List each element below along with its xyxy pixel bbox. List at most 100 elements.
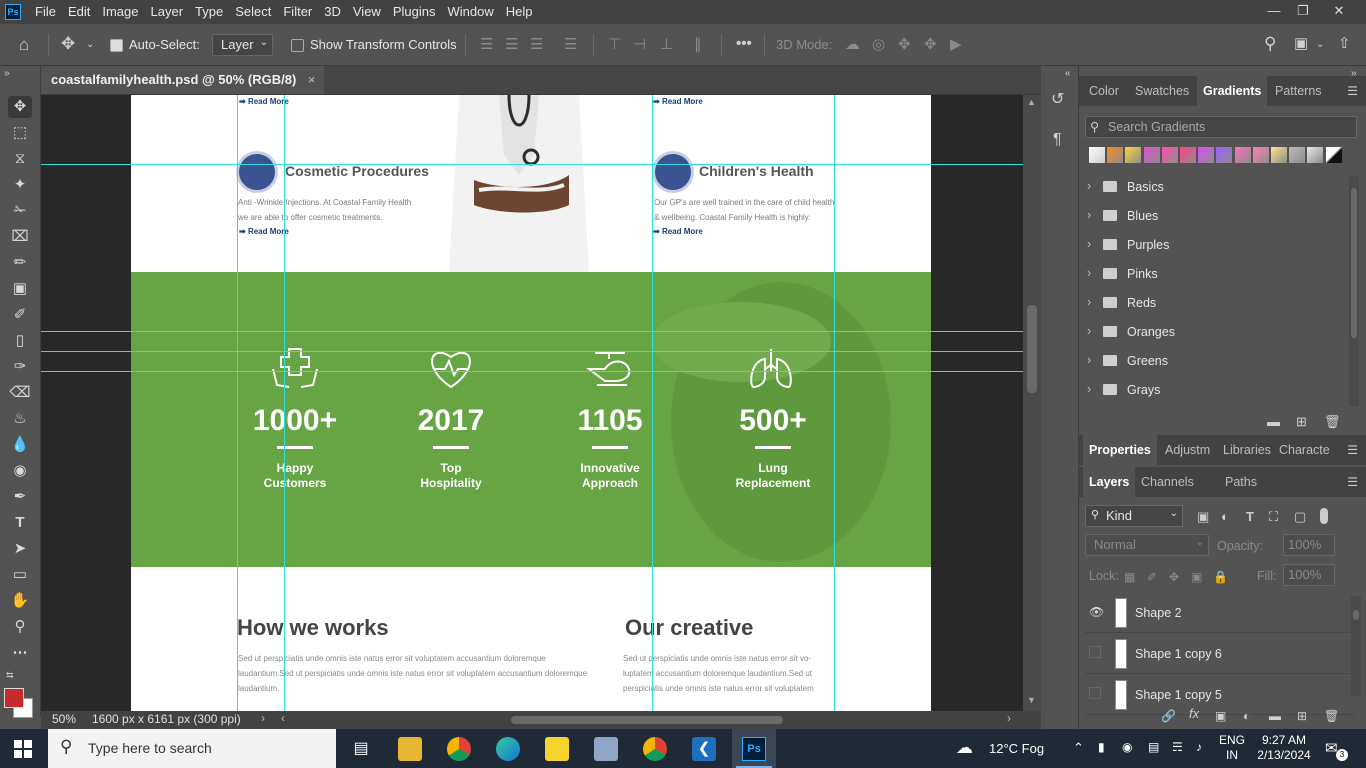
opacity-input[interactable]: 100% bbox=[1283, 534, 1335, 556]
clock[interactable]: 9:27 AM 2/13/2024 bbox=[1256, 733, 1312, 763]
new-layer-icon[interactable]: ⊞ bbox=[1297, 708, 1307, 724]
language-indicator[interactable]: ENG IN bbox=[1219, 733, 1245, 763]
collapse-panels-icon[interactable]: « bbox=[1065, 66, 1071, 82]
gradient-swatch[interactable] bbox=[1125, 147, 1142, 163]
menu-file[interactable]: File bbox=[29, 0, 62, 24]
align-right-icon[interactable]: ☰ bbox=[530, 37, 543, 53]
collapse-toolbar-icon[interactable]: » bbox=[4, 66, 10, 82]
tab-color[interactable]: Color bbox=[1083, 76, 1125, 106]
scroll-right-icon[interactable]: › bbox=[1007, 711, 1011, 725]
weather-text[interactable]: 12°C Fog bbox=[989, 741, 1044, 756]
clone-stamp-tool-icon[interactable]: ▯ bbox=[8, 330, 32, 352]
chevron-right-icon[interactable]: › bbox=[1087, 324, 1091, 338]
tab-patterns[interactable]: Patterns bbox=[1269, 76, 1328, 106]
tab-layers[interactable]: Layers bbox=[1083, 467, 1136, 497]
eyedropper-tool-icon[interactable]: ✏ bbox=[8, 252, 32, 274]
panel-menu-icon[interactable]: ☰ bbox=[1347, 443, 1358, 457]
layer-row[interactable]: Shape 1 copy 6 bbox=[1085, 634, 1355, 674]
menu-edit[interactable]: Edit bbox=[62, 0, 96, 24]
visibility-toggle[interactable] bbox=[1089, 687, 1101, 699]
menu-type[interactable]: Type bbox=[189, 0, 229, 24]
hand-tool-icon[interactable]: ✋ bbox=[8, 590, 32, 612]
gradients-scrollbar[interactable] bbox=[1349, 176, 1359, 406]
3d-orbit-icon[interactable]: ☁ bbox=[845, 37, 860, 53]
new-group-icon[interactable]: ▬ bbox=[1267, 414, 1280, 430]
guide-line[interactable] bbox=[41, 351, 1023, 352]
document-tab[interactable]: coastalfamilyhealth.psd @ 50% (RGB/8) × bbox=[41, 66, 325, 94]
chrome-icon[interactable] bbox=[447, 737, 471, 761]
status-menu-chevron-icon[interactable]: › bbox=[261, 711, 265, 725]
tab-gradients[interactable]: Gradients bbox=[1197, 76, 1267, 106]
chevron-right-icon[interactable]: › bbox=[1087, 353, 1091, 367]
tab-libraries[interactable]: Libraries bbox=[1217, 435, 1277, 465]
guide-line[interactable] bbox=[41, 164, 1023, 165]
photoshop-taskbar-button[interactable]: Ps bbox=[732, 729, 776, 768]
tab-paths[interactable]: Paths bbox=[1219, 467, 1263, 497]
menu-plugins[interactable]: Plugins bbox=[387, 0, 442, 24]
fill-input[interactable]: 100% bbox=[1283, 564, 1335, 586]
filter-adjustment-icon[interactable]: ◐ bbox=[1221, 509, 1229, 525]
move-tool-icon[interactable]: ✥ bbox=[61, 35, 75, 52]
pen-tool-icon[interactable]: ✒ bbox=[8, 486, 32, 508]
align-bottom-icon[interactable]: ⊥ bbox=[660, 37, 673, 53]
foreground-color-swatch[interactable] bbox=[4, 688, 24, 708]
eraser-tool-icon[interactable]: ⌫ bbox=[8, 382, 32, 404]
guide-line[interactable] bbox=[652, 95, 653, 711]
filter-smart-object-icon[interactable]: ▢ bbox=[1294, 509, 1306, 525]
workspace-icon[interactable]: ▣ bbox=[1294, 36, 1308, 52]
blend-mode-dropdown[interactable]: Normal ⌄ bbox=[1085, 534, 1209, 556]
share-icon[interactable]: ⇧ bbox=[1338, 36, 1351, 52]
3d-slide-icon[interactable]: ✥ bbox=[924, 37, 937, 53]
crop-tool-icon[interactable]: ✁ bbox=[8, 200, 32, 222]
restore-icon[interactable]: ❐ bbox=[1288, 0, 1318, 24]
3d-pan-icon[interactable]: ✥ bbox=[898, 37, 911, 53]
path-select-tool-icon[interactable]: ➤ bbox=[8, 538, 32, 560]
menu-view[interactable]: View bbox=[347, 0, 387, 24]
chrome-profile-icon[interactable] bbox=[643, 737, 667, 761]
scroll-left-icon[interactable]: ‹ bbox=[281, 711, 285, 725]
show-hidden-icons-icon[interactable]: ⌃ bbox=[1073, 740, 1084, 756]
menu-layer[interactable]: Layer bbox=[145, 0, 190, 24]
minimize-icon[interactable]: — bbox=[1259, 0, 1289, 24]
vertical-scroll-thumb[interactable] bbox=[1027, 305, 1037, 393]
close-icon[interactable]: ✕ bbox=[1324, 0, 1354, 24]
align-center-icon[interactable]: ☰ bbox=[505, 37, 518, 53]
lock-paint-icon[interactable]: ✐ bbox=[1147, 569, 1157, 585]
chevron-right-icon[interactable]: › bbox=[1087, 208, 1091, 222]
filter-shape-icon[interactable]: ⛶ bbox=[1269, 509, 1278, 525]
close-tab-icon[interactable]: × bbox=[308, 72, 316, 87]
auto-select-dropdown[interactable]: Layer ⌄ bbox=[212, 34, 273, 56]
photos-icon[interactable] bbox=[594, 737, 618, 761]
distribute-horizontal-icon[interactable]: ∥ bbox=[694, 37, 702, 53]
frame-tool-icon[interactable]: ⌧ bbox=[8, 226, 32, 248]
gradient-folder[interactable]: › Purples bbox=[1087, 234, 1347, 256]
guide-line[interactable] bbox=[237, 95, 238, 711]
lock-position-icon[interactable]: ✥ bbox=[1169, 569, 1179, 585]
lock-artboard-icon[interactable]: ▣ bbox=[1191, 569, 1202, 585]
horizontal-scroll-thumb[interactable] bbox=[511, 716, 783, 724]
rectangle-tool-icon[interactable]: ▭ bbox=[8, 564, 32, 586]
document-canvas[interactable]: ➡ Read More ➡ Read More Cosmetic Procedu… bbox=[131, 95, 931, 711]
vertical-scrollbar[interactable]: ▲ ▼ bbox=[1023, 95, 1041, 711]
task-view-icon[interactable]: ▤ bbox=[349, 737, 373, 761]
show-transform-checkbox[interactable] bbox=[291, 39, 304, 52]
align-left-icon[interactable]: ☰ bbox=[480, 37, 493, 53]
panel-menu-icon[interactable]: ☰ bbox=[1347, 84, 1358, 98]
history-brush-tool-icon[interactable]: ✑ bbox=[8, 356, 32, 378]
guide-line[interactable] bbox=[41, 371, 1023, 372]
lock-all-icon[interactable]: 🔒 bbox=[1213, 569, 1228, 585]
history-panel-icon[interactable]: ↺ bbox=[1051, 92, 1064, 108]
paint-bucket-tool-icon[interactable]: ♨ bbox=[8, 408, 32, 430]
tab-adjustments[interactable]: Adjustm bbox=[1159, 435, 1216, 465]
gradient-swatch[interactable] bbox=[1180, 147, 1196, 163]
tab-character[interactable]: Characte bbox=[1273, 435, 1336, 465]
chevron-right-icon[interactable]: › bbox=[1087, 266, 1091, 280]
zoom-level[interactable]: 50% bbox=[52, 712, 76, 726]
visibility-eye-icon[interactable]: 👁 bbox=[1089, 605, 1104, 619]
workspace-chevron-icon[interactable]: ⌄ bbox=[1316, 37, 1324, 53]
lasso-tool-icon[interactable]: ⧖ bbox=[8, 148, 32, 170]
quick-select-tool-icon[interactable]: ✦ bbox=[8, 174, 32, 196]
chevron-right-icon[interactable]: › bbox=[1087, 179, 1091, 193]
guide-line[interactable] bbox=[834, 95, 835, 711]
menu-window[interactable]: Window bbox=[441, 0, 499, 24]
